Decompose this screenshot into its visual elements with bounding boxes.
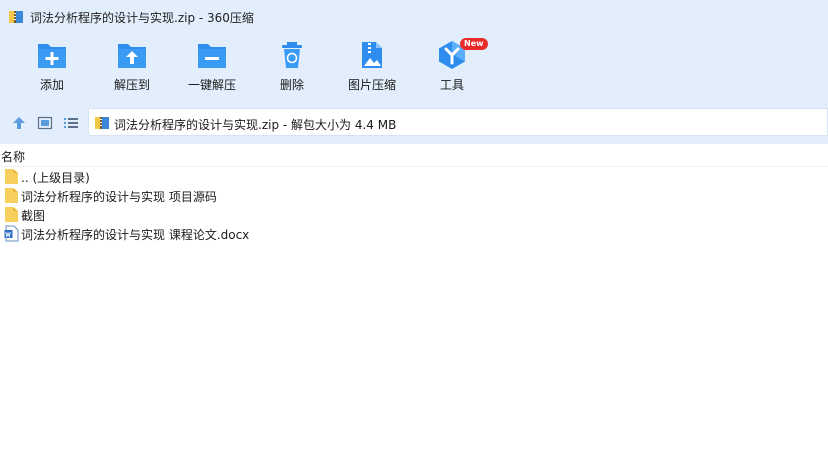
add-icon — [38, 44, 66, 68]
list-item-name: 词法分析程序的设计与实现 课程论文.docx — [21, 228, 250, 242]
file-list: .. (上级目录) 词法分析程序的设计与实现 项目源码 截图 词法分析程序的设计… — [0, 167, 828, 243]
add-button[interactable]: 添加 — [12, 40, 92, 100]
archive-path: 词法分析程序的设计与实现.zip - 解包大小为 4.4 MB — [114, 118, 397, 132]
folder-icon — [5, 207, 18, 222]
add-label: 添加 — [39, 78, 64, 92]
window-title: 词法分析程序的设计与实现.zip - 360压缩 — [30, 11, 254, 25]
title-bar: 词法分析程序的设计与实现.zip - 360压缩 — [0, 0, 828, 34]
list-item-folder[interactable]: 截图 — [0, 205, 828, 224]
list-item-file[interactable]: 词法分析程序的设计与实现 课程论文.docx — [0, 224, 828, 243]
extract-to-icon — [118, 44, 146, 68]
tools-button[interactable]: New 工具 — [412, 38, 492, 100]
zip-archive-icon — [95, 117, 109, 129]
list-item-name: 词法分析程序的设计与实现 项目源码 — [21, 190, 217, 204]
column-name-header[interactable]: 名称 — [1, 148, 25, 165]
delete-icon — [282, 42, 302, 68]
list-view-icon[interactable] — [63, 115, 79, 131]
word-document-icon — [4, 225, 19, 242]
toolbar: 添加 解压到 一键解压 删除 图片压缩 New 工具 — [0, 34, 828, 102]
zip-archive-icon — [9, 11, 23, 23]
up-arrow-icon[interactable] — [11, 115, 27, 131]
image-compress-icon — [362, 42, 382, 68]
address-bar: 词法分析程序的设计与实现.zip - 解包大小为 4.4 MB — [0, 102, 828, 144]
extract-to-label: 解压到 — [113, 78, 150, 92]
delete-label: 删除 — [279, 78, 304, 92]
one-click-extract-label: 一键解压 — [187, 78, 236, 92]
new-badge: New — [460, 38, 488, 50]
list-item-name: .. (上级目录) — [21, 171, 90, 185]
column-header: 名称 — [0, 144, 828, 167]
thumbnail-view-icon[interactable] — [37, 115, 53, 131]
one-click-extract-icon — [198, 44, 226, 68]
list-item-parent-directory[interactable]: .. (上级目录) — [0, 167, 828, 186]
folder-icon — [5, 188, 18, 203]
image-compress-button[interactable]: 图片压缩 — [332, 40, 412, 100]
list-item-name: 截图 — [21, 209, 46, 223]
delete-button[interactable]: 删除 — [252, 40, 332, 100]
list-item-folder[interactable]: 词法分析程序的设计与实现 项目源码 — [0, 186, 828, 205]
one-click-extract-button[interactable]: 一键解压 — [172, 40, 252, 100]
image-compress-label: 图片压缩 — [347, 78, 396, 92]
tools-label: 工具 — [439, 78, 464, 92]
address-field[interactable]: 词法分析程序的设计与实现.zip - 解包大小为 4.4 MB — [88, 108, 828, 136]
folder-icon — [5, 169, 18, 184]
extract-to-button[interactable]: 解压到 — [92, 40, 172, 100]
